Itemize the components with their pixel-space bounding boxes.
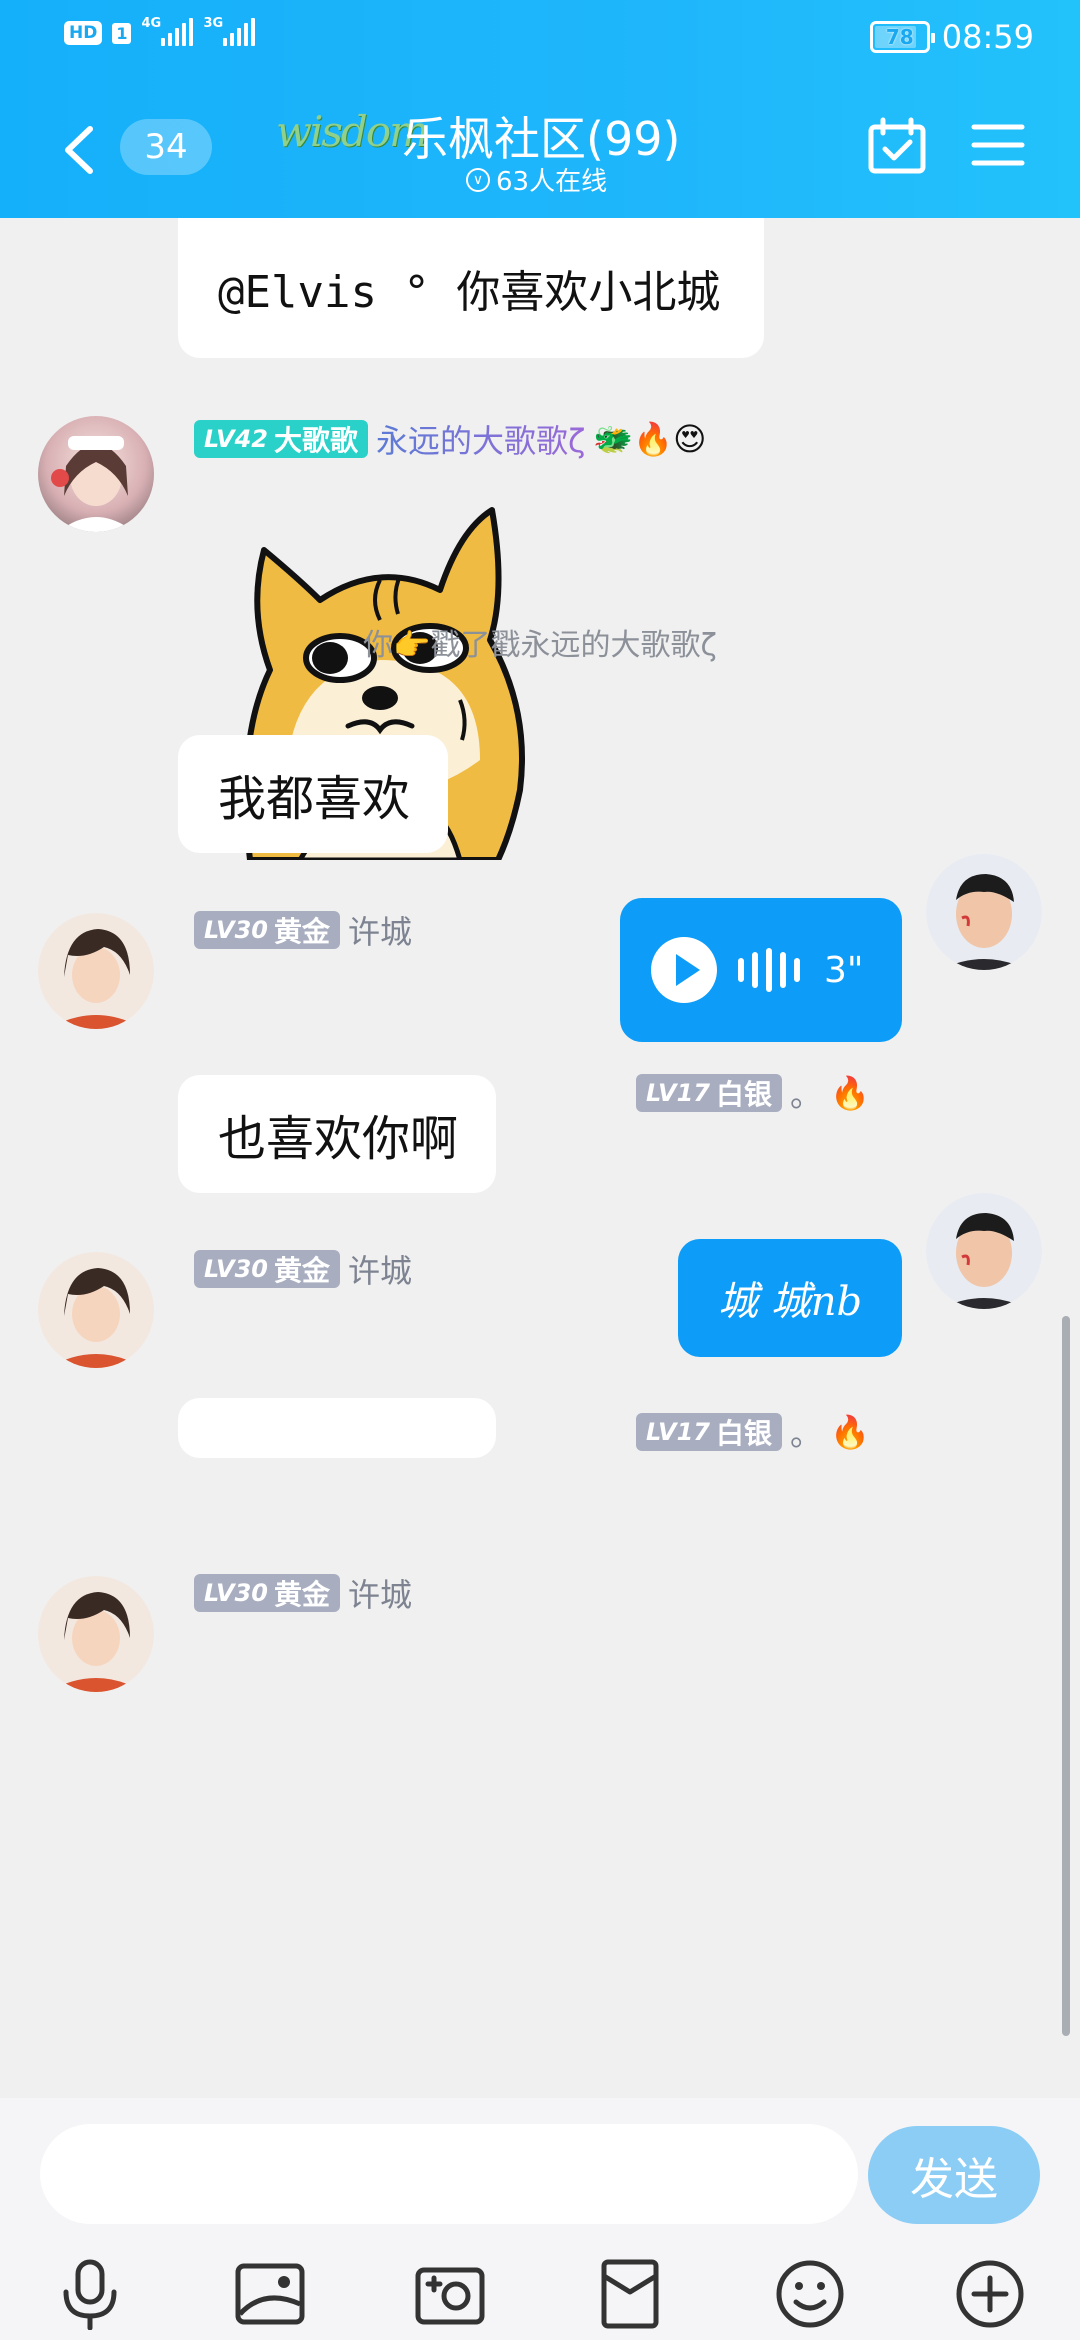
avatar[interactable] (926, 854, 1042, 970)
message-meta: LV30 黄金 许城 (194, 1246, 412, 1292)
more-button[interactable] (954, 2258, 1026, 2330)
message-meta: LV30 黄金 许城 (194, 907, 412, 953)
scrollbar[interactable] (1062, 1316, 1070, 2036)
level-badge: LV17 白银 (636, 1413, 782, 1451)
emoji-badges: 🔥 (830, 1074, 870, 1112)
image-icon (235, 2263, 305, 2325)
emoji-button[interactable] (774, 2258, 846, 2330)
group-title: 乐枫社区(99) (402, 112, 681, 166)
red-packet-icon (601, 2259, 659, 2329)
avatar-boy-image (48, 1268, 144, 1368)
send-button[interactable]: 发送 (868, 2126, 1040, 2224)
clock: 08:59 (941, 18, 1034, 56)
sender-name[interactable]: 许城 (348, 907, 412, 953)
level-badge: LV42 大歌歌 (194, 420, 368, 458)
sender-name[interactable]: 许城 (348, 1246, 412, 1292)
emoji-badges: 🐲🔥😍 (593, 420, 707, 458)
avatar[interactable] (926, 1193, 1042, 1309)
calendar-checkin-button[interactable] (866, 115, 928, 177)
level-badge: LV17 白银 (636, 1074, 782, 1112)
message-bubble[interactable]: @Elvis ° 你喜欢小北城 (178, 218, 764, 358)
sender-name[interactable]: 。 (790, 1409, 822, 1455)
message-meta: LV17 白银 。 🔥 (636, 1409, 870, 1455)
nav-bar: 34 wisdom 乐枫社区(99) ∨ 63人在线 (0, 75, 1080, 218)
sender-name[interactable]: 永远的大歌歌ζ (376, 416, 585, 462)
emoji-icon (776, 2260, 844, 2328)
voice-input-button[interactable] (54, 2258, 126, 2331)
avatar[interactable] (38, 913, 154, 1029)
level-badge: LV30 黄金 (194, 911, 340, 949)
camera-button[interactable] (414, 2258, 486, 2330)
avatar-boy-image (48, 929, 144, 1029)
avatar[interactable] (38, 1252, 154, 1368)
header: HD 1 4G 3G 78 08:59 34 wisdom 乐枫社区(99) ∨… (0, 0, 1080, 218)
menu-button[interactable] (970, 119, 1026, 171)
message-bubble[interactable]: 也喜欢你啊 (178, 1075, 496, 1193)
chat-area[interactable]: @Elvis ° 你喜欢小北城 LV42 大歌歌 永远的大歌歌ζ 🐲🔥😍 你👉戳… (0, 218, 1080, 2098)
system-message: 你👉戳了戳永远的大歌歌ζ (363, 628, 717, 663)
sender-name[interactable]: 。 (790, 1070, 822, 1116)
avatar-boy-image (48, 1592, 144, 1692)
input-bar: 发送 (0, 2098, 1080, 2340)
group-title-area[interactable]: wisdom 乐枫社区(99) ∨ 63人在线 (270, 97, 710, 197)
status-bar: HD 1 4G 3G 78 08:59 (0, 0, 1080, 75)
avatar[interactable] (38, 416, 154, 532)
battery-icon: 78 (869, 21, 935, 53)
message-meta: LV30 黄金 许城 (194, 1570, 412, 1616)
avatar-self-image (940, 1213, 1028, 1309)
level-badge: LV30 黄金 (194, 1250, 340, 1288)
microphone-icon (63, 2259, 117, 2331)
message-bubble[interactable] (178, 1398, 496, 1458)
message-meta: LV17 白银 。 🔥 (636, 1070, 870, 1116)
voice-wave-icon (738, 948, 800, 992)
chevron-down-icon: ∨ (466, 167, 490, 192)
menu-icon (971, 124, 1025, 166)
plus-icon (956, 2260, 1024, 2328)
avatar-girl-image (51, 436, 134, 532)
message-meta: LV42 大歌歌 永远的大歌歌ζ 🐲🔥😍 (194, 416, 706, 462)
back-button[interactable] (50, 115, 110, 185)
avatar-self-image (940, 874, 1028, 970)
red-packet-button[interactable] (594, 2258, 666, 2330)
voice-message-bubble[interactable]: 3" (620, 898, 902, 1042)
avatar[interactable] (38, 1576, 154, 1692)
calendar-check-icon (868, 117, 926, 174)
signal-icon-2: 3G (203, 16, 256, 46)
message-bubble[interactable]: 我都喜欢 (178, 735, 448, 853)
voice-duration: 3" (824, 949, 864, 991)
message-bubble[interactable]: 城 城nb (678, 1239, 902, 1357)
message-input[interactable] (40, 2124, 858, 2224)
camera-icon (415, 2267, 485, 2325)
level-badge: LV30 黄金 (194, 1574, 340, 1612)
sender-name[interactable]: 许城 (348, 1570, 412, 1616)
signal-icon: 4G (141, 16, 194, 46)
image-button[interactable] (234, 2258, 306, 2330)
sim-badge: 1 (112, 22, 132, 44)
unread-count-badge[interactable]: 34 (120, 119, 212, 175)
play-icon[interactable] (650, 936, 718, 1004)
hd-badge: HD (64, 21, 103, 45)
online-count[interactable]: ∨ 63人在线 (466, 161, 607, 198)
chevron-left-icon (65, 126, 93, 174)
emoji-badges: 🔥 (830, 1413, 870, 1451)
